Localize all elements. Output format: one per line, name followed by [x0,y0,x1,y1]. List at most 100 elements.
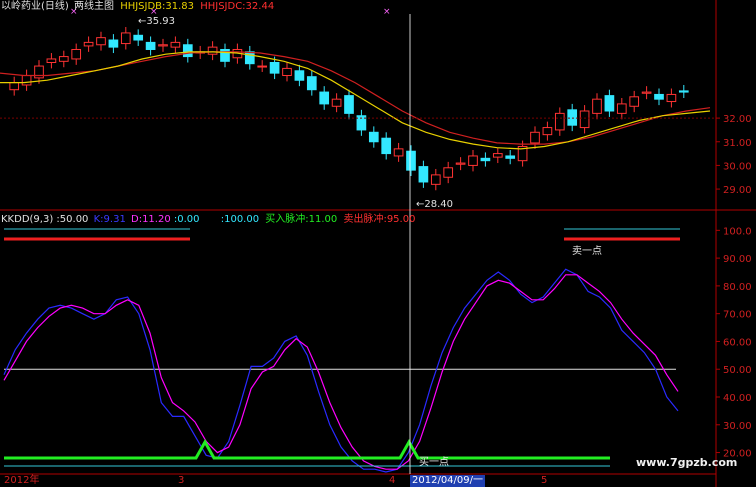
indicator-name[interactable]: KKDD(9,3) [1,214,53,225]
candle [393,142,404,162]
candle [108,34,119,54]
candle-body [542,127,553,136]
candle [443,161,454,184]
candle-body [418,166,429,183]
stock-chart[interactable]: × × × 32.00 31.00 30.00 29.00 100.0 90.00 80.00 7… [0,0,756,487]
candle-body [331,98,342,107]
y-tick-label: 100.0 [723,226,752,237]
candle-body [455,162,466,165]
candle-body [133,34,144,41]
candle [666,88,677,108]
candle-body [554,112,565,131]
candle [530,126,540,149]
k-label: K:9.31 [93,214,126,225]
candle [356,109,367,136]
candle [430,168,441,191]
candle-body [393,148,404,157]
candle-body [145,41,156,50]
signal-marker: × [383,7,391,17]
candle [344,89,354,120]
y-tick-label: 31.00 [723,138,752,149]
candle [158,38,168,52]
candle [331,93,342,113]
candle [46,53,57,69]
candle [319,86,330,110]
axes: 32.00 31.00 30.00 29.00 100.0 90.00 80.00 70.00… [0,0,756,487]
cursor-date-label: 2012/04/09/一 [410,475,486,487]
candle-body [46,58,57,63]
y-tick-label: 29.00 [723,185,752,196]
candle-body [306,76,317,91]
candle-body [34,65,44,79]
candle-body [294,70,305,81]
x-label-4: 4 [389,475,396,486]
value-100-label: :100.00 [220,214,260,225]
candle-body [158,44,168,47]
candle [629,90,640,113]
stock-name[interactable]: 以岭药业(日线) [1,1,69,12]
k-line [3,268,679,473]
candle [381,132,392,160]
candle-body [592,98,602,114]
main-chart-label: 两线主图 [74,1,114,12]
candle [71,43,82,65]
high-marker: ←35.93 [138,16,176,27]
candle [678,84,689,98]
hhjsjdb-line [0,51,711,150]
candle [592,93,602,120]
buy-pulse-label: 买入脉冲:11.00 [265,214,338,225]
x-label-3: 3 [178,475,185,486]
candle-body [381,137,392,155]
candle [145,36,156,56]
candle-body [579,110,590,129]
candle-body [96,37,106,46]
hhjsjdc-line [0,51,711,145]
candle-body [344,95,354,114]
candle-body [430,174,441,185]
candle [58,50,69,68]
candle-body [58,56,69,62]
candle [542,121,553,141]
value-50-label: :50.00 [56,214,89,225]
candle-body [629,96,640,107]
y-tick-label: 70.00 [723,310,752,321]
candle-body [319,91,330,105]
candle-body [406,150,416,171]
candle [170,36,181,54]
candle-body [654,93,664,100]
candle [207,41,218,61]
value-0-label: :0.00 [173,214,200,225]
candle [368,126,379,148]
candle [96,31,106,51]
candle [306,70,317,96]
candle [455,157,466,171]
sell-pulse-label: 卖出脉冲:95.00 [343,214,416,225]
x-label-2012: 2012年 [4,475,40,486]
d-label: D:11.20 [131,214,171,225]
sell-point-label: 卖一点 [572,246,602,257]
candle [220,43,230,68]
candle [654,88,664,106]
candle-body [207,46,218,55]
candle-body [678,90,689,93]
y-tick-label: 30.00 [723,421,752,432]
candle-body [604,95,615,112]
y-tick-label: 60.00 [723,337,752,348]
y-tick-label: 50.00 [723,365,752,376]
candle-body [480,157,491,162]
candle-body [368,131,379,143]
candle [418,160,429,188]
candle-body [182,44,193,58]
candle-body [530,131,540,144]
candle-body [244,51,255,65]
candle-body [120,32,131,45]
candle [120,27,131,50]
candle [480,152,491,167]
candle [554,107,565,136]
candle-body [257,65,268,68]
low-marker: ←28.40 [416,199,454,210]
watermark: www.7gpzb.com [636,456,738,469]
y-tick-label: 32.00 [723,114,752,125]
d-line [3,274,679,470]
candle-body [21,75,32,86]
